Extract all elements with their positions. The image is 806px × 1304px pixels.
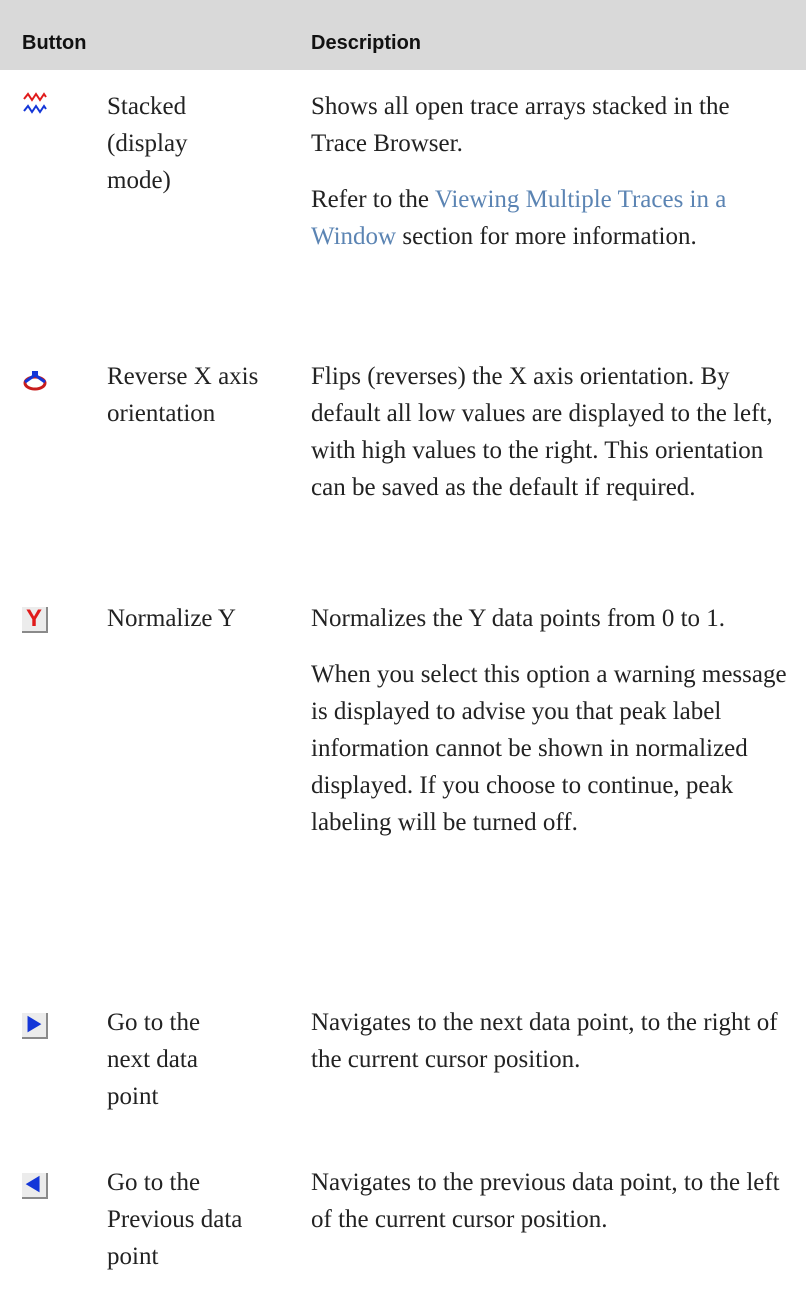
row-description: Navigates to the next data point, to the… xyxy=(311,1009,778,1073)
row-name: Go to the next data point xyxy=(107,1009,201,1110)
button-column-header: Button xyxy=(22,32,87,54)
row-description: Normalizes the Y data points from 0 to 1… xyxy=(311,605,787,836)
right-arrow-icon[interactable] xyxy=(22,1013,48,1039)
row-name: Reverse X axis orientation xyxy=(107,363,259,427)
row-description: Navigates to the previous data point, to… xyxy=(311,1169,780,1233)
row-description: Flips (reverses) the X axis orientation.… xyxy=(311,363,773,501)
row-description: Shows all open trace arrays stacked in t… xyxy=(311,93,730,250)
row-name: Go to the Previous data point xyxy=(107,1169,243,1270)
stacked-waves-icon[interactable] xyxy=(22,91,48,117)
description-column-header: Description xyxy=(311,32,422,54)
normalize-y-icon[interactable]: Y xyxy=(22,606,48,633)
left-arrow-icon[interactable] xyxy=(22,1173,48,1199)
row-name: Stacked (display mode) xyxy=(107,93,188,194)
row-name: Normalize Y xyxy=(107,605,236,632)
table-header: Button Description xyxy=(0,0,806,70)
reverse-axis-icon[interactable] xyxy=(22,368,48,394)
